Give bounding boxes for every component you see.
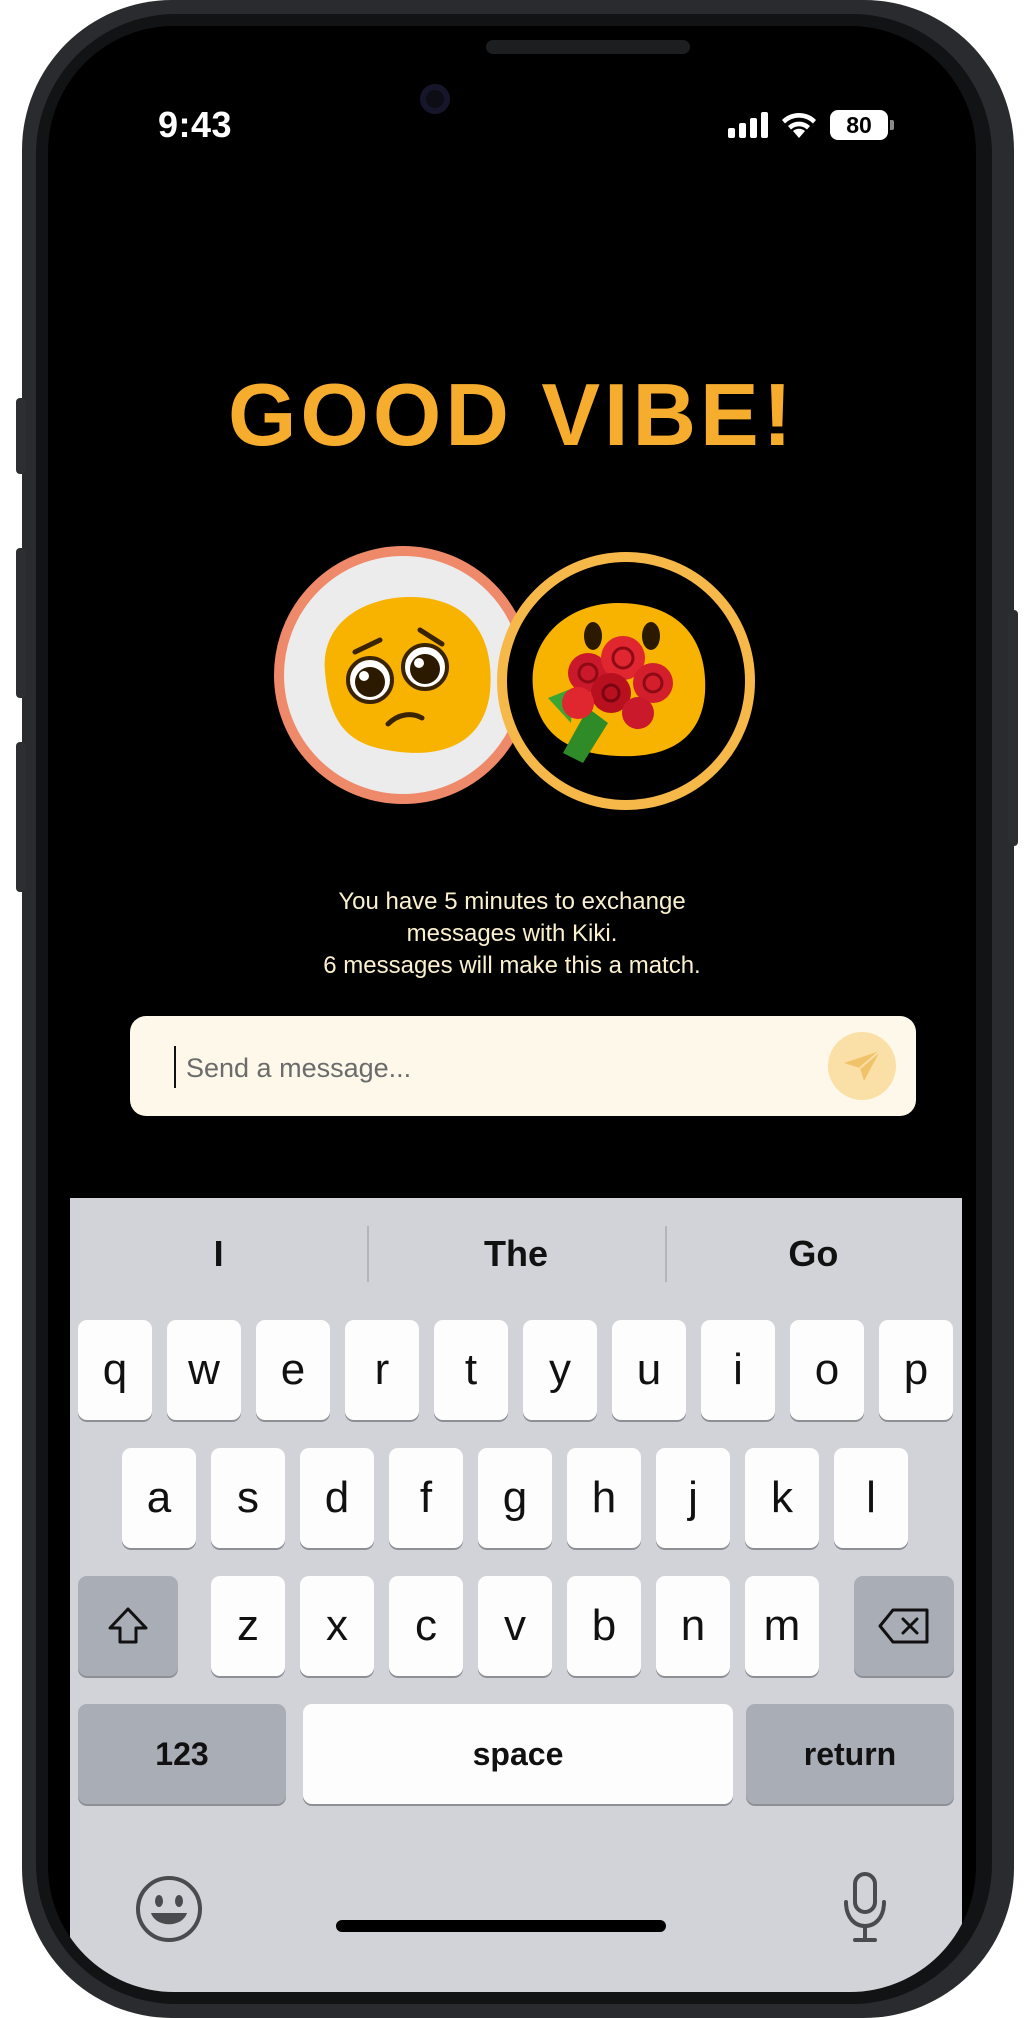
headline: GOOD VIBE! bbox=[227, 365, 797, 464]
space-key[interactable]: space bbox=[303, 1704, 733, 1804]
key-c[interactable]: c bbox=[389, 1576, 463, 1676]
keyboard: I The Go q w e r t y u i o p a s d f g h… bbox=[70, 1198, 962, 1992]
key-o[interactable]: o bbox=[790, 1320, 864, 1420]
screen: 9:43 80 GOOD VIBE! You have 5 minutes to… bbox=[48, 26, 976, 1992]
key-z[interactable]: z bbox=[211, 1576, 285, 1676]
avatar-bouquet-emoji bbox=[497, 552, 755, 810]
power-button bbox=[1008, 610, 1018, 846]
key-r[interactable]: r bbox=[345, 1320, 419, 1420]
key-f[interactable]: f bbox=[389, 1448, 463, 1548]
key-h[interactable]: h bbox=[567, 1448, 641, 1548]
text-caret bbox=[174, 1046, 176, 1088]
return-key[interactable]: return bbox=[746, 1704, 954, 1804]
avatar-pair bbox=[48, 534, 976, 834]
send-button[interactable] bbox=[828, 1032, 896, 1100]
shift-icon bbox=[108, 1607, 148, 1644]
battery-icon: 80 bbox=[830, 110, 894, 140]
key-i[interactable]: i bbox=[701, 1320, 775, 1420]
key-k[interactable]: k bbox=[745, 1448, 819, 1548]
key-y[interactable]: y bbox=[523, 1320, 597, 1420]
key-x[interactable]: x bbox=[300, 1576, 374, 1676]
suggestion-1[interactable]: I bbox=[70, 1198, 367, 1310]
volume-up-button bbox=[16, 548, 26, 698]
signal-icon bbox=[728, 112, 768, 138]
backspace-icon bbox=[878, 1608, 929, 1644]
match-info-text: You have 5 minutes to exchange messages … bbox=[48, 886, 976, 982]
status-icons: 80 bbox=[728, 110, 894, 140]
key-w[interactable]: w bbox=[167, 1320, 241, 1420]
key-m[interactable]: m bbox=[745, 1576, 819, 1676]
suggestion-bar: I The Go bbox=[70, 1198, 962, 1310]
key-a[interactable]: a bbox=[122, 1448, 196, 1548]
key-p[interactable]: p bbox=[879, 1320, 953, 1420]
info-line: 6 messages will make this a match. bbox=[323, 952, 701, 979]
key-e[interactable]: e bbox=[256, 1320, 330, 1420]
speaker-grille bbox=[486, 40, 690, 54]
key-d[interactable]: d bbox=[300, 1448, 374, 1548]
key-j[interactable]: j bbox=[656, 1448, 730, 1548]
send-icon bbox=[844, 1050, 881, 1081]
key-s[interactable]: s bbox=[211, 1448, 285, 1548]
message-input[interactable] bbox=[184, 1044, 788, 1092]
suggestion-2[interactable]: The bbox=[367, 1198, 664, 1310]
microphone-icon[interactable] bbox=[840, 1870, 890, 1946]
emoji-icon[interactable] bbox=[134, 1874, 204, 1944]
status-time: 9:43 bbox=[158, 104, 233, 145]
key-g[interactable]: g bbox=[478, 1448, 552, 1548]
info-line: messages with Kiki. bbox=[406, 920, 618, 947]
volume-down-button bbox=[16, 742, 26, 892]
shift-key[interactable] bbox=[78, 1576, 178, 1676]
key-t[interactable]: t bbox=[434, 1320, 508, 1420]
wifi-icon bbox=[782, 112, 816, 138]
home-indicator[interactable] bbox=[336, 1920, 666, 1932]
message-composer bbox=[130, 1016, 916, 1116]
backspace-key[interactable] bbox=[854, 1576, 954, 1676]
key-n[interactable]: n bbox=[656, 1576, 730, 1676]
key-u[interactable]: u bbox=[612, 1320, 686, 1420]
key-l[interactable]: l bbox=[834, 1448, 908, 1548]
key-q[interactable]: q bbox=[78, 1320, 152, 1420]
action-button bbox=[16, 398, 26, 474]
numbers-key[interactable]: 123 bbox=[78, 1704, 286, 1804]
key-b[interactable]: b bbox=[567, 1576, 641, 1676]
key-v[interactable]: v bbox=[478, 1576, 552, 1676]
suggestion-3[interactable]: Go bbox=[664, 1198, 962, 1310]
info-line: You have 5 minutes to exchange bbox=[338, 888, 686, 915]
front-camera bbox=[420, 84, 450, 114]
